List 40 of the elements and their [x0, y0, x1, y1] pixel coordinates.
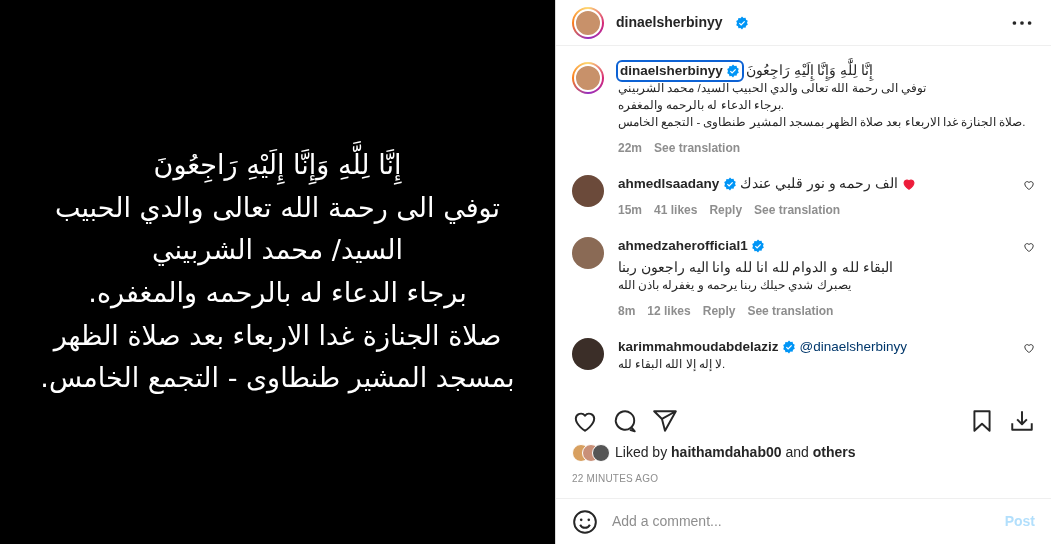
mention-link[interactable]: @dinaelsherbinyy — [799, 337, 908, 356]
heart-icon — [901, 177, 916, 191]
like-heart-icon[interactable] — [1023, 179, 1035, 191]
image-text-line: صلاة الجنازة غدا الاربعاء بعد صلاة الظهر — [51, 318, 503, 354]
comment-text: لا إله إلا الله البقاء لله. — [618, 356, 727, 373]
image-text-line: برجاء الدعاء له بالرحمه والمغفره. — [87, 276, 468, 311]
reply-link[interactable]: Reply — [702, 301, 736, 320]
caption-text: صلاة الجنازة غدا الاربعاء بعد صلاة الظهر بمسجد المشير طنطاوى - التجمع الخامس. — [618, 115, 1027, 131]
likes-link[interactable]: 41 likes — [654, 201, 698, 219]
avatar[interactable] — [572, 175, 604, 207]
image-text-line: توفي الى رحمة الله تعالى والدي الحبيب — [53, 190, 502, 226]
username-link[interactable]: karimmahmoudabdelaziz — [618, 337, 779, 356]
timestamp: 22m — [618, 140, 643, 157]
see-translation-link[interactable]: See translation — [747, 301, 834, 320]
username-link[interactable]: ahmedzaherofficial1 — [618, 237, 748, 255]
see-translation-link[interactable]: See translation — [654, 139, 741, 157]
caption-text: برجاء الدعاء له بالرحمه والمغفره. — [618, 98, 785, 114]
username-link[interactable]: dinaelsherbinyy — [618, 62, 743, 80]
share-icon[interactable] — [652, 408, 678, 434]
avatar — [592, 443, 610, 462]
likes-link[interactable]: 12 likes — [647, 301, 691, 320]
caption-text: توفي الى رحمة الله تعالى والدي الحبيب السيد/ محمد الشربيني — [618, 81, 927, 97]
username-link[interactable]: dinaelsherbinyy — [616, 12, 723, 33]
reply-link[interactable]: Reply — [709, 201, 743, 219]
like-heart-icon[interactable] — [1023, 241, 1035, 253]
comment-text: يصبرك شدي حيلك ربنا يرحمه و يغفرله باذن الله — [618, 277, 852, 294]
liked-by-text: Liked by haithamdahab00 and others — [615, 443, 856, 462]
avatar[interactable] — [572, 337, 604, 370]
timestamp: 15m — [618, 202, 643, 219]
username-link[interactable]: ahmedlsaadany — [618, 175, 720, 193]
image-text-line: السيد/ محمد الشربيني — [150, 233, 405, 268]
comment-text: البقاء لله و الدوام لله انا لله وانا اليه راجعون ربنا — [618, 258, 893, 277]
download-icon[interactable] — [1009, 408, 1035, 434]
comment-text: الف رحمه و نور قلبي عندك — [740, 175, 899, 193]
comment-icon[interactable] — [612, 408, 638, 434]
emoji-icon[interactable] — [572, 508, 598, 535]
post-timestamp: 22 MINUTES AGO — [572, 473, 659, 484]
see-translation-link[interactable]: See translation — [754, 201, 841, 219]
image-text-line: بمسجد المشير طنطاوى - التجمع الخامس. — [40, 361, 515, 396]
timestamp: 8m — [618, 302, 636, 320]
